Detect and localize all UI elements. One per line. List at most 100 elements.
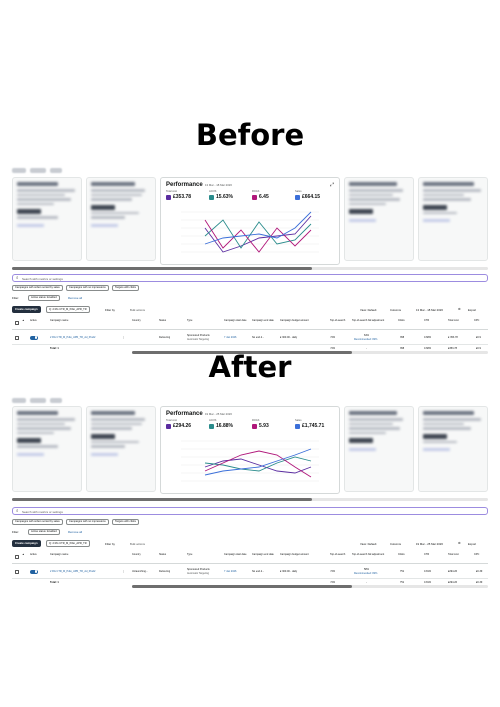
col-top-of-search[interactable]: Top-of-search <box>330 553 348 556</box>
total-cpc: £0.39 <box>476 581 483 584</box>
select-all-checkbox[interactable] <box>15 321 19 325</box>
col-clicks[interactable]: Clicks <box>398 319 405 322</box>
cards-scrollbar[interactable] <box>12 267 488 270</box>
metric-total-cost[interactable]: Total cost £353.78 <box>166 190 200 204</box>
col-type[interactable]: Type <box>187 553 192 556</box>
campaign-name-link[interactable]: 2 RG CTR_M_Pdto_APR_TR_Ad_Prod2 <box>50 570 95 573</box>
col-status[interactable]: Status <box>159 553 166 556</box>
filter-by-dropdown[interactable]: Filter by <box>105 542 115 546</box>
metric-roas[interactable]: ROAS 6.45 <box>252 190 286 204</box>
col-active[interactable]: Active <box>30 553 37 556</box>
metric-value: £353.78 <box>173 194 192 200</box>
chip-no-impressions[interactable]: Campaigns with no impressions <box>66 519 109 525</box>
cell-start-date[interactable]: 7 Jan 2026 <box>224 336 236 339</box>
col-cpc[interactable]: CPC <box>474 319 479 322</box>
col-top-of-search[interactable]: Top-of-search <box>330 319 348 322</box>
col-tos-bid-adjustment[interactable]: Top-of-search bid adjustment <box>352 319 392 322</box>
blurred-card-improve-engagement <box>344 177 414 261</box>
col-start-date[interactable]: Campaign start date <box>224 319 248 322</box>
col-campaign-name[interactable]: Campaign name <box>50 319 68 322</box>
col-total-cost[interactable]: Total cost <box>448 553 459 556</box>
col-active[interactable]: Active <box>30 319 37 322</box>
cell-budget[interactable]: £ 300.00 - daily <box>280 570 297 573</box>
expand-icon[interactable]: ⤢ <box>330 182 334 188</box>
cell-tos-bid-recommended[interactable]: Recommended: 82% <box>354 338 377 341</box>
col-ctr[interactable]: CTR <box>424 553 429 556</box>
chip-targets-with-clicks[interactable]: Targets with clicks <box>112 519 139 525</box>
col-end-date[interactable]: Campaign end date <box>252 319 276 322</box>
col-country[interactable]: Country <box>132 319 141 322</box>
col-type[interactable]: Type <box>187 319 192 322</box>
bulk-actions-dropdown[interactable]: Bulk actions <box>130 308 145 312</box>
active-toggle[interactable] <box>30 569 38 574</box>
table-scrollbar[interactable] <box>132 585 488 588</box>
columns-dropdown[interactable]: Columns <box>390 308 401 312</box>
date-range-picker[interactable]: 13 Mar - 18 Mar 2026 <box>416 308 443 312</box>
metric-swatch <box>252 424 257 429</box>
cell-budget[interactable]: £ 300.00 - daily <box>280 336 297 339</box>
metric-acos[interactable]: ACOS 16.88% <box>209 419 243 433</box>
create-campaign-button[interactable]: Create campaign <box>12 540 41 547</box>
view-dropdown[interactable]: View: Default <box>360 542 376 546</box>
create-campaign-button[interactable]: Create campaign <box>12 306 41 313</box>
campaign-name-link[interactable]: 2 RG CTR_M_Pdto_APR_TR_Ad_Prod2 <box>50 336 95 339</box>
view-dropdown[interactable]: View: Default <box>360 308 376 312</box>
col-total-cost[interactable]: Total cost <box>448 319 459 322</box>
cell-tos-bid-recommended[interactable]: Recommended: 82% <box>354 572 377 575</box>
chip-no-impressions[interactable]: Campaigns with no impressions <box>66 285 109 291</box>
search-bar[interactable]: ⌕ Search with metrics or settings <box>12 274 488 282</box>
chip-targets-with-clicks[interactable]: Targets with clicks <box>112 285 139 291</box>
col-end-date[interactable]: Campaign end date <box>252 553 276 556</box>
campaign-search-input[interactable]: Q: 2 RG CTR_M_Pdto_APR_TR <box>46 306 90 313</box>
row-checkbox[interactable] <box>15 336 19 340</box>
row-menu-icon[interactable]: ⋮ <box>122 570 125 573</box>
table-scrollbar[interactable] <box>132 351 488 354</box>
col-status[interactable]: Status <box>159 319 166 322</box>
metric-sales[interactable]: Sales £664.15 <box>295 190 329 204</box>
cell-start-date[interactable]: 7 Jan 2026 <box>224 570 236 573</box>
metric-acos[interactable]: ACOS 15.63% <box>209 190 243 204</box>
cards-scrollbar-thumb[interactable] <box>12 498 312 501</box>
col-start-date[interactable]: Campaign start date <box>224 553 248 556</box>
metric-roas[interactable]: ROAS 5.93 <box>252 419 286 433</box>
metric-sales[interactable]: Sales £1,745.71 <box>295 419 329 433</box>
cards-scrollbar[interactable] <box>12 498 488 501</box>
cell-end-date[interactable]: No end d... <box>252 336 264 339</box>
chip-orders-by-sales[interactable]: Campaigns with orders sorted by sales <box>12 285 63 291</box>
metric-swatch <box>252 195 257 200</box>
row-checkbox[interactable] <box>15 570 19 574</box>
col-country[interactable]: Country <box>132 553 141 556</box>
export-button[interactable]: Export <box>468 542 476 546</box>
remove-all-link[interactable]: Remove all <box>68 296 82 300</box>
settings-gear-icon[interactable]: ⚙ <box>458 307 461 311</box>
col-budget[interactable]: Campaign budget amount <box>280 553 310 556</box>
export-button[interactable]: Export <box>468 308 476 312</box>
active-toggle[interactable] <box>30 335 38 340</box>
col-ctr[interactable]: CTR <box>424 319 429 322</box>
col-cpc[interactable]: CPC <box>474 553 479 556</box>
settings-gear-icon[interactable]: ⚙ <box>458 541 461 545</box>
table-scrollbar-thumb[interactable] <box>132 351 352 354</box>
col-campaign-name[interactable]: Campaign name <box>50 553 68 556</box>
col-tos-bid-adjustment[interactable]: Top-of-search bid adjustment <box>352 553 392 556</box>
metric-total-cost[interactable]: Total cost £294.26 <box>166 419 200 433</box>
remove-all-link[interactable]: Remove all <box>68 530 82 534</box>
col-clicks[interactable]: Clicks <box>398 553 405 556</box>
filter-active-status[interactable]: Active status: Enabled <box>28 529 60 535</box>
col-budget[interactable]: Campaign budget amount <box>280 319 310 322</box>
campaign-search-input[interactable]: Q: 2 RG CTR_M_Pdto_APR_TR <box>46 540 90 547</box>
total-tos-bid: - <box>366 347 367 350</box>
cards-scrollbar-thumb[interactable] <box>12 267 312 270</box>
select-all-checkbox[interactable] <box>15 555 19 559</box>
filter-active-status[interactable]: Active status: Enabled <box>28 295 60 301</box>
columns-dropdown[interactable]: Columns <box>390 542 401 546</box>
date-range-picker[interactable]: 19 Mar - 25 Mar 2026 <box>416 542 443 546</box>
bulk-actions-dropdown[interactable]: Bulk actions <box>130 542 145 546</box>
filter-by-dropdown[interactable]: Filter by <box>105 308 115 312</box>
cell-end-date[interactable]: No end d... <box>252 570 264 573</box>
table-scrollbar-thumb[interactable] <box>132 585 352 588</box>
chip-orders-by-sales[interactable]: Campaigns with orders sorted by sales <box>12 519 63 525</box>
search-bar[interactable]: ⌕ Search with metrics or settings <box>12 507 488 515</box>
row-menu-icon[interactable]: ⋮ <box>122 336 125 339</box>
total-ctr: 0.68% <box>424 347 432 350</box>
